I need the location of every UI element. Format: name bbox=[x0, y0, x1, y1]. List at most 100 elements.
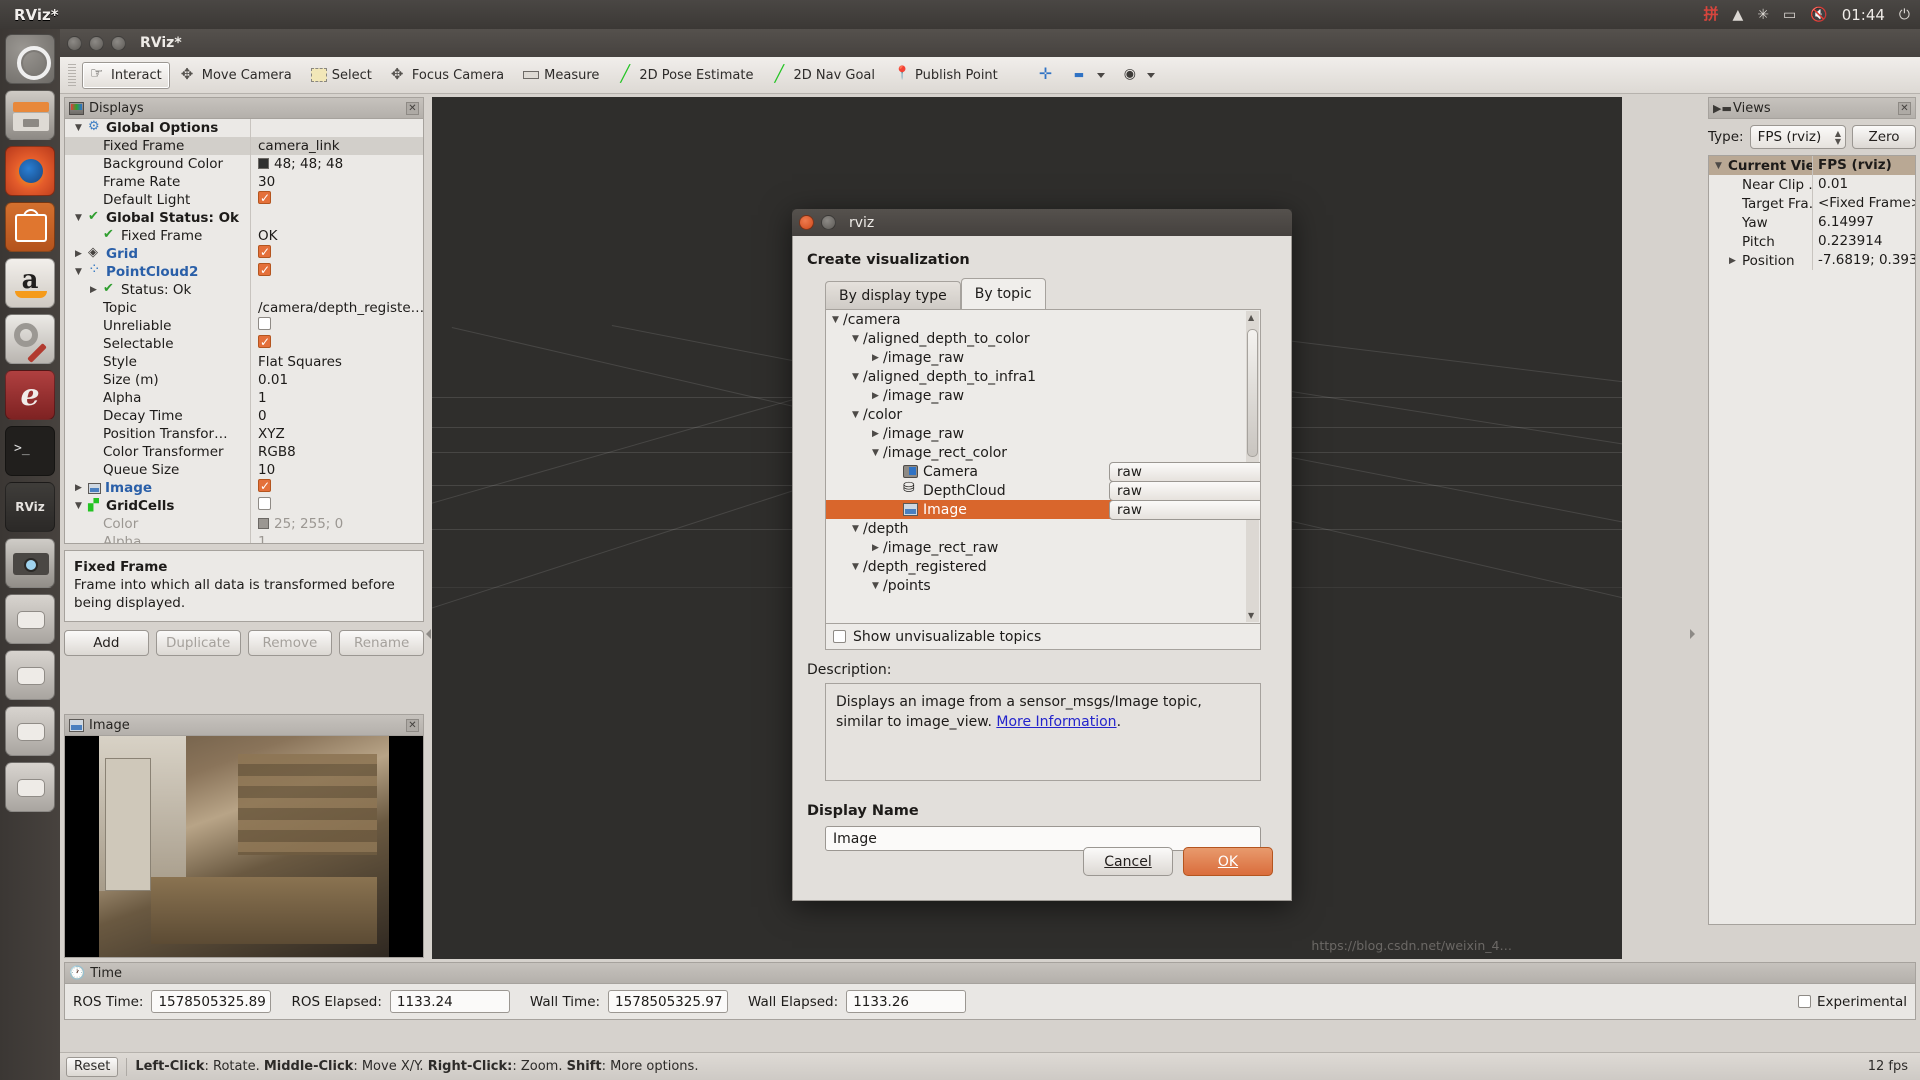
launcher-ubuntu-software[interactable] bbox=[5, 202, 55, 252]
topic-tree[interactable]: ▲ ▼ ▼/camera▼/aligned_depth_to_color▶/im… bbox=[825, 309, 1261, 624]
displays-row[interactable]: StyleFlat Squares bbox=[65, 353, 423, 371]
tool-move-camera[interactable]: Move Camera bbox=[173, 62, 300, 89]
left-panel-collapse-handle[interactable] bbox=[426, 624, 432, 644]
displays-row[interactable]: Selectable bbox=[65, 335, 423, 353]
displays-row-value[interactable] bbox=[250, 281, 423, 299]
displays-row-value[interactable]: camera_link bbox=[250, 137, 423, 155]
checkbox[interactable] bbox=[258, 317, 271, 330]
topic-tree-row[interactable]: Cameraraw▲▼ bbox=[826, 462, 1260, 481]
twisty-right-icon[interactable]: ▶ bbox=[90, 285, 103, 295]
displays-row-value[interactable]: 30 bbox=[250, 173, 423, 191]
experimental-toggle[interactable]: Experimental bbox=[1798, 994, 1907, 1010]
displays-row[interactable]: Position Transfor…XYZ bbox=[65, 425, 423, 443]
dialog-close-icon[interactable] bbox=[799, 215, 814, 230]
spinner-icon[interactable]: ▲▼ bbox=[1835, 130, 1841, 145]
views-row[interactable]: Target Fra…<Fixed Frame> bbox=[1709, 194, 1915, 213]
tool-2d-nav-goal[interactable]: 2D Nav Goal bbox=[764, 62, 883, 89]
ime-icon[interactable]: 拼 bbox=[1703, 7, 1718, 22]
checkbox[interactable] bbox=[258, 245, 271, 258]
topic-tree-row[interactable]: ▼/color bbox=[826, 405, 1260, 424]
window-maximize-icon[interactable] bbox=[111, 36, 126, 51]
tool-remove[interactable] bbox=[1066, 62, 1113, 89]
displays-tree[interactable]: ▼Global OptionsFixed Framecamera_linkBac… bbox=[64, 119, 424, 544]
twisty-right-icon[interactable]: ▶ bbox=[872, 353, 883, 363]
close-icon[interactable]: ✕ bbox=[406, 102, 419, 115]
displays-row[interactable]: Default Light bbox=[65, 191, 423, 209]
displays-row[interactable]: ▶Grid bbox=[65, 245, 423, 263]
tab-by-topic[interactable]: By topic bbox=[961, 278, 1046, 309]
displays-row[interactable]: Decay Time0 bbox=[65, 407, 423, 425]
tool-add[interactable] bbox=[1031, 62, 1063, 89]
views-row-value[interactable]: <Fixed Frame> bbox=[1812, 194, 1915, 213]
dialog-title-bar[interactable]: rviz bbox=[792, 209, 1292, 236]
twisty-down-icon[interactable]: ▼ bbox=[75, 123, 88, 133]
ros-time-field[interactable]: 1578505325.89 bbox=[151, 990, 271, 1013]
checkbox[interactable] bbox=[258, 497, 271, 510]
topic-tree-row[interactable]: ▼/depth bbox=[826, 519, 1260, 538]
displays-row-value[interactable]: 48; 48; 48 bbox=[250, 155, 423, 173]
views-tree[interactable]: ▼Current ViewFPS (rviz)Near Clip …0.01Ta… bbox=[1708, 155, 1916, 925]
topic-tree-row[interactable]: ▼/aligned_depth_to_infra1 bbox=[826, 367, 1260, 386]
launcher-files[interactable] bbox=[5, 90, 55, 140]
tool-focus-camera[interactable]: Focus Camera bbox=[383, 62, 512, 89]
twisty-down-icon[interactable]: ▼ bbox=[75, 501, 88, 511]
displays-row-value[interactable]: Flat Squares bbox=[250, 353, 423, 371]
launcher-firefox[interactable] bbox=[5, 146, 55, 196]
right-panel-collapse-handle[interactable] bbox=[1690, 624, 1696, 644]
twisty-right-icon[interactable]: ▶ bbox=[872, 543, 883, 553]
displays-row[interactable]: Fixed Framecamera_link bbox=[65, 137, 423, 155]
checkbox[interactable] bbox=[258, 479, 271, 492]
bluetooth-icon[interactable]: ✳ bbox=[1757, 8, 1769, 22]
views-row[interactable]: Near Clip …0.01 bbox=[1709, 175, 1915, 194]
twisty-down-icon[interactable]: ▼ bbox=[872, 448, 883, 458]
topic-tree-row[interactable]: ▼/image_rect_color bbox=[826, 443, 1260, 462]
zero-button[interactable]: Zero bbox=[1852, 125, 1916, 149]
chevron-down-icon[interactable] bbox=[1097, 73, 1105, 78]
wall-time-field[interactable]: 1578505325.97 bbox=[608, 990, 728, 1013]
clock[interactable]: 01:44 bbox=[1842, 6, 1885, 24]
window-close-icon[interactable] bbox=[67, 36, 82, 51]
displays-row-value[interactable] bbox=[250, 335, 423, 353]
twisty-right-icon[interactable]: ▶ bbox=[75, 249, 88, 259]
displays-row[interactable]: Alpha1 bbox=[65, 389, 423, 407]
launcher-emacs[interactable] bbox=[5, 370, 55, 420]
views-row[interactable]: Yaw6.14997 bbox=[1709, 213, 1915, 232]
tab-by-display-type[interactable]: By display type bbox=[825, 281, 961, 309]
displays-row[interactable]: Queue Size10 bbox=[65, 461, 423, 479]
tool-interact[interactable]: Interact bbox=[82, 62, 170, 89]
twisty-down-icon[interactable]: ▼ bbox=[75, 213, 88, 223]
image-view[interactable] bbox=[64, 736, 424, 958]
checkbox[interactable] bbox=[258, 191, 271, 204]
checkbox[interactable] bbox=[258, 335, 271, 348]
displays-row-value[interactable] bbox=[250, 317, 423, 335]
twisty-right-icon[interactable]: ▶ bbox=[872, 429, 883, 439]
launcher-blank-4[interactable] bbox=[5, 762, 55, 812]
topic-tree-row[interactable]: ▶/image_raw bbox=[826, 424, 1260, 443]
show-unvisualizable-row[interactable]: Show unvisualizable topics bbox=[825, 624, 1261, 650]
displays-row[interactable]: ▼Global Status: Ok bbox=[65, 209, 423, 227]
cancel-button[interactable]: Cancel bbox=[1083, 847, 1173, 876]
displays-row[interactable]: Unreliable bbox=[65, 317, 423, 335]
displays-row[interactable]: Frame Rate30 bbox=[65, 173, 423, 191]
topic-tree-row[interactable]: ▶/image_raw bbox=[826, 348, 1260, 367]
views-type-select[interactable]: FPS (rviz) ▲▼ bbox=[1750, 125, 1846, 149]
displays-row[interactable]: ▶Status: Ok bbox=[65, 281, 423, 299]
launcher-terminal[interactable] bbox=[5, 426, 55, 476]
launcher-ubuntu-dash[interactable] bbox=[5, 34, 55, 84]
views-row[interactable]: ▼Current ViewFPS (rviz) bbox=[1709, 156, 1915, 175]
displays-row-value[interactable] bbox=[250, 119, 423, 137]
displays-row-value[interactable] bbox=[250, 191, 423, 209]
experimental-checkbox[interactable] bbox=[1798, 995, 1811, 1008]
views-row-value[interactable]: 0.01 bbox=[1812, 175, 1915, 194]
window-minimize-icon[interactable] bbox=[89, 36, 104, 51]
remove-button[interactable]: Remove bbox=[248, 630, 333, 656]
launcher-blank-3[interactable] bbox=[5, 706, 55, 756]
reset-button[interactable]: Reset bbox=[66, 1057, 118, 1077]
topic-tree-row[interactable]: ▶/image_raw bbox=[826, 386, 1260, 405]
tool-2d-pose-estimate[interactable]: 2D Pose Estimate bbox=[610, 62, 761, 89]
launcher-rviz[interactable] bbox=[5, 482, 55, 532]
show-unvisualizable-checkbox[interactable] bbox=[833, 630, 846, 643]
displays-row[interactable]: Fixed FrameOK bbox=[65, 227, 423, 245]
twisty-down-icon[interactable]: ▼ bbox=[852, 372, 863, 382]
close-icon-image[interactable]: ✕ bbox=[406, 719, 419, 732]
